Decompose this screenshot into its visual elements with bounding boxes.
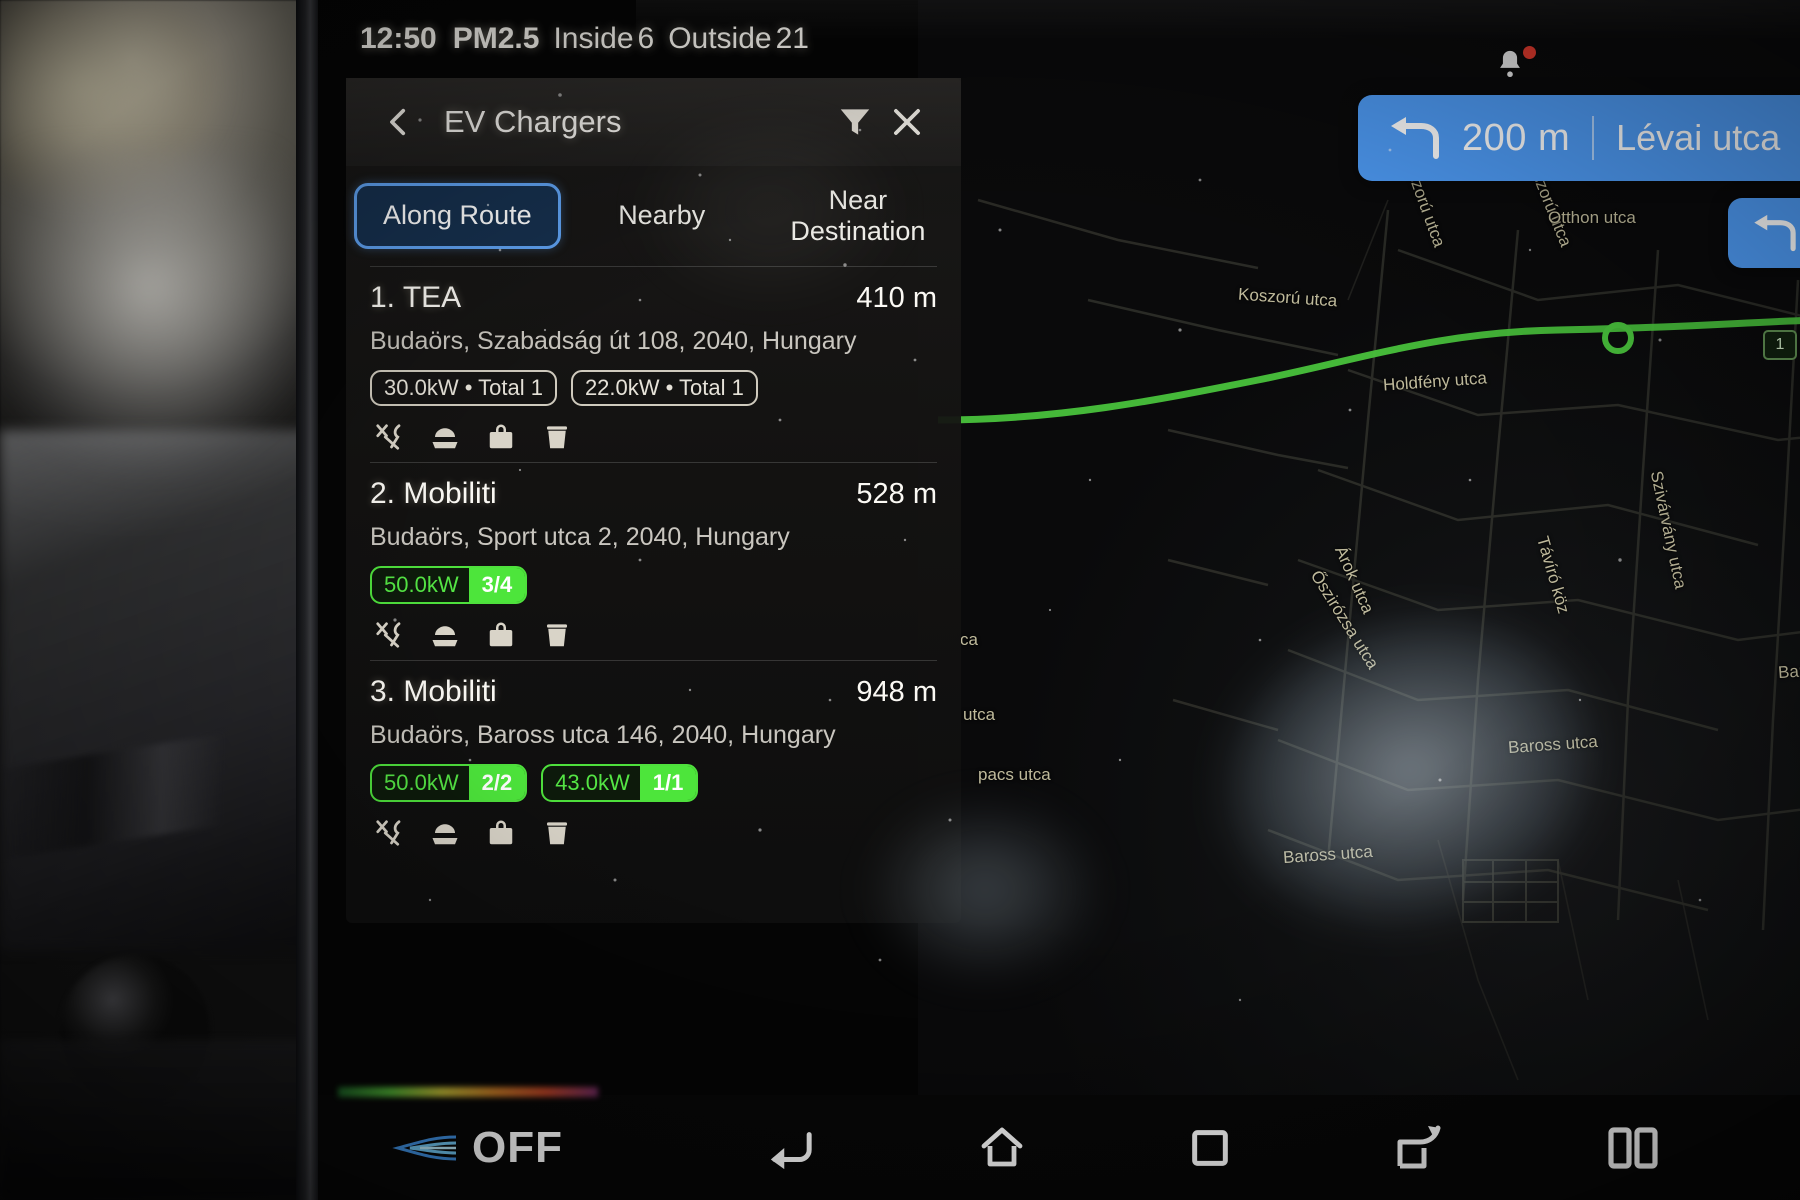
charger-address: Budaörs, Baross utca 146, 2040, Hungary <box>370 721 836 749</box>
charger-header: 3. Mobiliti 948 m <box>370 675 937 709</box>
charger-distance: 410 m <box>856 282 937 314</box>
charger-distance: 528 m <box>856 478 937 510</box>
screen-edge-diffraction <box>338 1087 598 1097</box>
panel-header: EV Chargers <box>346 78 961 166</box>
lower-dashboard <box>0 1040 330 1200</box>
charger-name: 2. Mobiliti <box>370 477 497 510</box>
screenshot-button[interactable] <box>1393 1124 1447 1172</box>
close-icon[interactable] <box>881 96 933 148</box>
charger-distance: 948 m <box>856 676 937 708</box>
turn-left-icon <box>1750 214 1800 252</box>
split-screen-icon <box>1608 1126 1658 1169</box>
filter-icon[interactable] <box>829 96 881 148</box>
ev-chargers-panel: EV Chargers Along Route Nearby Near Dest… <box>346 78 961 923</box>
connector-chips: 50.0kW 3/4 <box>370 566 937 604</box>
charger-name: 3. Mobiliti <box>370 675 497 708</box>
tab-nearby[interactable]: Nearby <box>567 188 757 243</box>
shop-icon <box>486 620 516 650</box>
charger-header: 2. Mobiliti 528 m <box>370 477 937 511</box>
food-icon <box>430 422 460 452</box>
charger-scope-tabs: Along Route Nearby Near Destination <box>346 166 961 266</box>
next-maneuver-banner[interactable]: 200 m Lévai utca <box>1358 95 1800 181</box>
status-bar: 12:50 PM2.5 Inside 6 Outside 21 <box>318 22 1800 56</box>
photograph-of-car-infotainment-screen: 1 Koszorú utca Koszorú utca Otthon utca … <box>0 0 1800 1200</box>
pm25-label: PM2.5 <box>452 22 540 55</box>
connector-chips: 30.0kW • Total 1 22.0kW • Total 1 <box>370 370 937 406</box>
home-icon <box>981 1127 1023 1166</box>
charger-address: Budaörs, Sport utca 2, 2040, Hungary <box>370 523 790 551</box>
food-icon <box>430 620 460 650</box>
turn-left-icon <box>1386 116 1444 160</box>
map-label: ca <box>960 630 978 649</box>
connector-power: 50.0kW <box>384 770 459 795</box>
map-label: utca <box>963 705 996 724</box>
map-label: Otthon utca <box>1548 208 1636 227</box>
restaurant-icon <box>374 422 404 452</box>
charger-address: Budaörs, Szabadság út 108, 2040, Hungary <box>370 327 857 355</box>
square-icon <box>1192 1129 1229 1166</box>
airflow-icon <box>392 1135 457 1160</box>
restaurant-icon <box>374 818 404 848</box>
divider <box>1592 116 1595 160</box>
connector-chip-available: 50.0kW 3/4 <box>370 566 528 604</box>
inside-value: 6 <box>637 22 655 55</box>
connector-chip: 22.0kW • Total 1 <box>570 370 758 406</box>
navigation-buttons <box>563 1124 1800 1172</box>
shop-icon <box>486 422 516 452</box>
coffee-icon <box>542 620 572 650</box>
page-title: EV Chargers <box>444 104 622 139</box>
charger-header: 1. TEA 410 m <box>370 281 937 315</box>
back-button[interactable] <box>763 1125 817 1171</box>
infotainment-screen: 1 Koszorú utca Koszorú utca Otthon utca … <box>318 0 1800 1200</box>
clock: 12:50 <box>360 22 437 55</box>
food-icon <box>430 818 460 848</box>
chevron-left-icon[interactable] <box>382 105 416 139</box>
outside-label: Outside <box>668 22 772 55</box>
outside-value: 21 <box>775 22 809 55</box>
maneuver-distance: 200 m <box>1462 116 1571 159</box>
connector-availability: 2/2 <box>468 766 526 800</box>
maneuver-street-name: Lévai utca <box>1616 117 1781 158</box>
amenity-icons <box>370 818 937 848</box>
climate-status-label: OFF <box>472 1122 563 1172</box>
connector-chips: 50.0kW 2/2 43.0kW 1/1 <box>370 764 937 802</box>
shop-icon <box>486 818 516 848</box>
following-maneuver-banner[interactable]: 20 m <box>1728 198 1800 268</box>
connector-availability: 1/1 <box>639 766 697 800</box>
home-button[interactable] <box>976 1124 1028 1172</box>
charger-list: 1. TEA 410 m Budaörs, Szabadság út 108, … <box>346 266 961 864</box>
list-item[interactable]: 3. Mobiliti 948 m Budaörs, Baross utca 1… <box>370 660 937 858</box>
charger-name: 1. TEA <box>370 281 462 314</box>
split-screen-button[interactable] <box>1606 1126 1660 1170</box>
list-item[interactable]: 2. Mobiliti 528 m Budaörs, Sport utca 2,… <box>370 462 937 660</box>
map-label: pacs utca <box>978 765 1051 784</box>
list-item[interactable]: 1. TEA 410 m Budaörs, Szabadság út 108, … <box>370 266 937 462</box>
connector-chip: 30.0kW • Total 1 <box>370 370 557 406</box>
coffee-icon <box>542 818 572 848</box>
share-screen-icon <box>1397 1125 1441 1168</box>
dashboard-surface <box>0 430 330 950</box>
connector-chip-available: 50.0kW 2/2 <box>370 764 528 802</box>
connector-availability: 3/4 <box>468 568 526 602</box>
amenity-icons <box>370 422 937 452</box>
navigation-map[interactable]: 1 Koszorú utca Koszorú utca Otthon utca … <box>918 0 1800 1095</box>
recent-apps-button[interactable] <box>1187 1125 1233 1171</box>
connector-chip-available: 43.0kW 1/1 <box>541 764 699 802</box>
system-navigation-bar: OFF <box>318 1087 1800 1200</box>
climate-status-button[interactable]: OFF <box>390 1123 563 1173</box>
tab-near-destination[interactable]: Near Destination <box>763 173 953 259</box>
connector-power: 50.0kW <box>384 572 459 597</box>
tab-along-route[interactable]: Along Route <box>354 183 561 249</box>
back-arrow-icon <box>770 1131 812 1169</box>
coffee-icon <box>542 422 572 452</box>
amenity-icons <box>370 620 937 650</box>
connector-power: 43.0kW <box>555 770 630 795</box>
inside-label: Inside <box>553 22 634 55</box>
restaurant-icon <box>374 620 404 650</box>
route-shield: 1 <box>1763 330 1797 360</box>
